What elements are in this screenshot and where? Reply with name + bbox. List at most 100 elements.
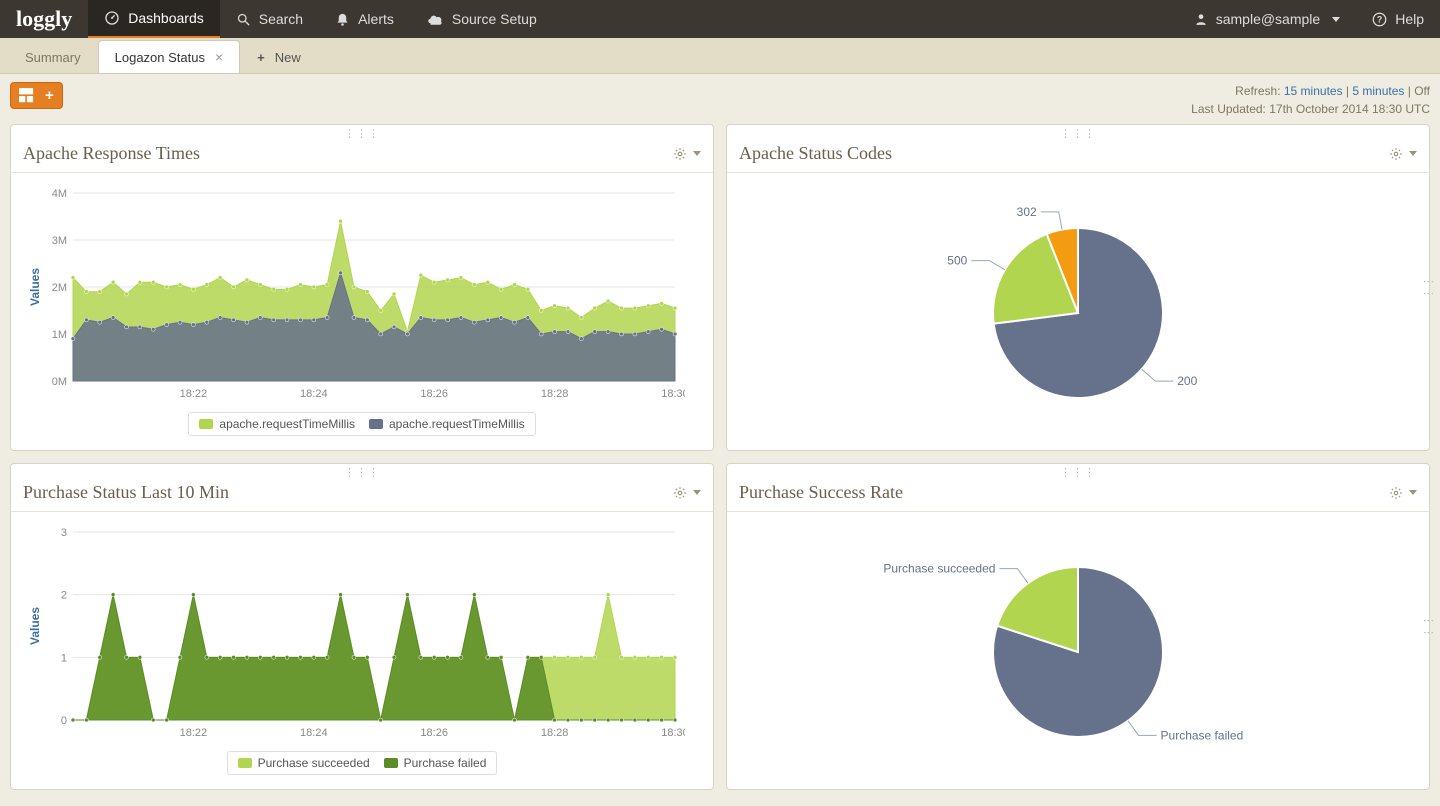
refresh-info: Refresh: 15 minutes | 5 minutes | Off La…: [1191, 82, 1430, 118]
svg-text:500: 500: [947, 254, 967, 268]
nav-alerts[interactable]: Alerts: [319, 0, 410, 38]
refresh-15min[interactable]: 15 minutes: [1284, 84, 1343, 98]
tab-logazon-status[interactable]: Logazon Status ×: [98, 40, 241, 73]
dashboard-grid: ⋮⋮⋮ Apache Response Times 0M 1M 2M 3M 4M 18:2…: [0, 124, 1440, 790]
svg-text:1: 1: [61, 652, 67, 664]
panel-title: Purchase Status Last 10 Min: [23, 482, 229, 503]
add-widget-button[interactable]: +: [10, 82, 63, 109]
legend-item: apache.requestTimeMillis: [389, 417, 525, 431]
panel-apache-status-codes: ⋮⋮ ⋮⋮⋮ Apache Status Codes 200500302: [726, 124, 1430, 451]
grid-icon: [19, 88, 41, 104]
chart-purchase-success-rate: Purchase failed Purchase succeeded: [741, 522, 1415, 775]
nav-source-setup[interactable]: Source Setup: [410, 0, 553, 38]
panel-title: Purchase Success Rate: [739, 482, 903, 503]
caret-down-icon: [1409, 490, 1417, 495]
close-icon[interactable]: ×: [215, 49, 223, 65]
last-updated-label: Last Updated:: [1191, 102, 1266, 116]
panel-settings-button[interactable]: [1389, 486, 1417, 500]
nav-search-label: Search: [259, 11, 303, 27]
svg-text:2M: 2M: [52, 282, 67, 294]
panel-settings-button[interactable]: [1389, 147, 1417, 161]
panel-apache-response-times: ⋮⋮⋮ Apache Response Times 0M 1M 2M 3M 4M 18:2…: [10, 124, 714, 451]
caret-down-icon: [693, 151, 701, 156]
panel-purchase-success-rate: ⋮⋮ ⋮⋮⋮ Purchase Success Rate Purchase fa…: [726, 463, 1430, 790]
caret-down-icon: [1409, 151, 1417, 156]
gear-icon: [673, 147, 687, 161]
svg-text:Purchase failed: Purchase failed: [1161, 728, 1244, 742]
nav-help-label: Help: [1395, 11, 1424, 27]
chart-purchase-status: 012318:2218:2418:2618:2818:30Values: [25, 522, 699, 745]
svg-text:3M: 3M: [52, 235, 67, 247]
plus-icon: +: [257, 50, 265, 65]
nav-dashboards-label: Dashboards: [128, 10, 204, 26]
tab-summary[interactable]: Summary: [8, 41, 98, 73]
nav-alerts-label: Alerts: [358, 11, 394, 27]
svg-text:18:30: 18:30: [661, 388, 685, 400]
caret-down-icon: [693, 490, 701, 495]
resize-handle-icon[interactable]: ⋮⋮: [1422, 276, 1435, 300]
nav-dashboards[interactable]: Dashboards: [88, 0, 220, 38]
refresh-off[interactable]: Off: [1414, 84, 1430, 98]
drag-handle-icon[interactable]: ⋮⋮⋮: [727, 464, 1429, 476]
legend-item: Purchase failed: [404, 756, 487, 770]
svg-text:18:26: 18:26: [420, 388, 448, 400]
refresh-label: Refresh:: [1235, 84, 1280, 98]
drag-handle-icon[interactable]: ⋮⋮⋮: [11, 125, 713, 137]
svg-text:Values: Values: [28, 607, 42, 645]
nav-source-setup-label: Source Setup: [452, 11, 537, 27]
panel-settings-button[interactable]: [673, 486, 701, 500]
svg-text:1M: 1M: [52, 329, 67, 341]
help-icon: ?: [1372, 12, 1387, 27]
search-icon: [236, 12, 251, 27]
tab-summary-label: Summary: [25, 50, 81, 65]
nav-user-label: sample@sample: [1216, 11, 1320, 27]
chart-apache-status-codes: 200 500 302: [741, 183, 1415, 436]
panel-title: Apache Status Codes: [739, 143, 892, 164]
resize-handle-icon[interactable]: ⋮⋮: [1422, 615, 1435, 639]
chart-legend: apache.requestTimeMillis apache.requestT…: [188, 412, 535, 436]
svg-text:18:22: 18:22: [180, 727, 208, 739]
svg-text:18:28: 18:28: [541, 388, 569, 400]
plus-icon: +: [45, 87, 54, 104]
legend-item: Purchase succeeded: [258, 756, 370, 770]
svg-text:3: 3: [61, 527, 67, 539]
refresh-5min[interactable]: 5 minutes: [1352, 84, 1404, 98]
svg-text:18:24: 18:24: [300, 388, 328, 400]
chart-legend: Purchase succeeded Purchase failed: [227, 751, 498, 775]
gear-icon: [1389, 486, 1403, 500]
user-icon: [1194, 12, 1208, 26]
svg-text:Purchase succeeded: Purchase succeeded: [883, 562, 995, 576]
dashboard-icon: [104, 10, 120, 26]
gear-icon: [1389, 147, 1403, 161]
svg-text:Values: Values: [28, 268, 42, 306]
svg-text:18:28: 18:28: [541, 727, 569, 739]
legend-item: apache.requestTimeMillis: [219, 417, 355, 431]
top-navbar: loggly Dashboards Search Alerts Source S…: [0, 0, 1440, 38]
svg-text:?: ?: [1377, 14, 1382, 24]
svg-text:200: 200: [1177, 374, 1197, 388]
tabs-bar: Summary Logazon Status × + New: [0, 38, 1440, 74]
nav-help[interactable]: ? Help: [1356, 0, 1440, 38]
drag-handle-icon[interactable]: ⋮⋮⋮: [727, 125, 1429, 137]
svg-text:18:24: 18:24: [300, 727, 328, 739]
tab-active-label: Logazon Status: [115, 50, 205, 65]
svg-text:18:30: 18:30: [661, 727, 685, 739]
nav-user-menu[interactable]: sample@sample: [1178, 0, 1356, 38]
toolbar-row: + Refresh: 15 minutes | 5 minutes | Off …: [0, 74, 1440, 124]
brand-logo[interactable]: loggly: [0, 0, 88, 38]
tab-new[interactable]: + New: [240, 41, 318, 73]
svg-text:0M: 0M: [52, 376, 67, 388]
svg-text:0: 0: [61, 715, 67, 727]
svg-text:302: 302: [1017, 205, 1037, 219]
svg-text:18:22: 18:22: [180, 388, 208, 400]
drag-handle-icon[interactable]: ⋮⋮⋮: [11, 464, 713, 476]
panel-title: Apache Response Times: [23, 143, 200, 164]
nav-search[interactable]: Search: [220, 0, 319, 38]
chart-apache-response-times: 0M 1M 2M 3M 4M 18:22 18:24 18:26 18:28 18:30 Value…: [25, 183, 699, 406]
tab-new-label: New: [275, 50, 301, 65]
gear-icon: [673, 486, 687, 500]
panel-settings-button[interactable]: [673, 147, 701, 161]
cloud-icon: [426, 12, 444, 27]
svg-text:4M: 4M: [52, 188, 67, 200]
svg-text:18:26: 18:26: [420, 727, 448, 739]
